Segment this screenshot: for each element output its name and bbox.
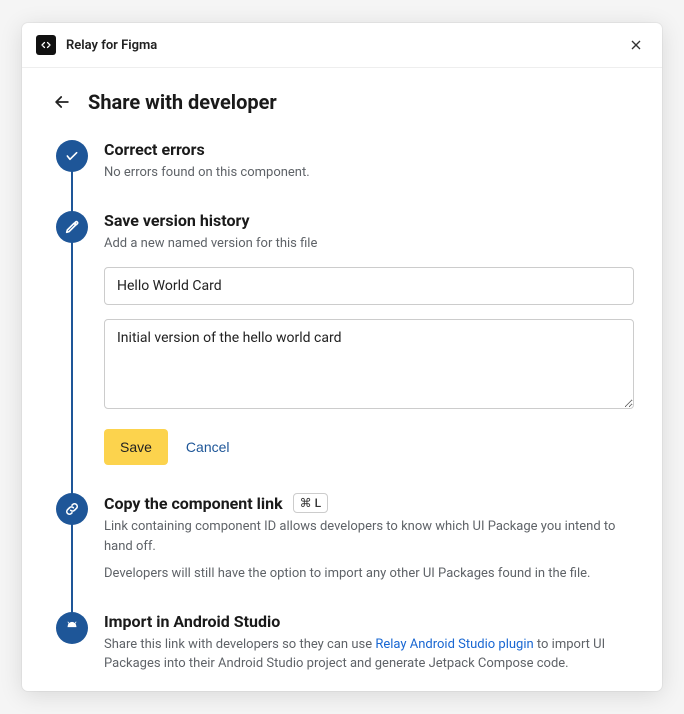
step-icon-android [56, 612, 88, 644]
step-desc: Developers will still have the option to… [104, 564, 634, 584]
button-row: Save Cancel [104, 429, 634, 465]
check-icon [64, 148, 80, 164]
step-title: Save version history [104, 211, 634, 230]
dialog-body: Share with developer Correct errors No e… [22, 68, 662, 691]
save-button[interactable]: Save [104, 429, 168, 465]
version-name-input[interactable] [104, 267, 634, 305]
page-title: Share with developer [88, 90, 277, 114]
plugin-link[interactable]: Relay Android Studio plugin [375, 637, 533, 652]
step-icon-link [56, 493, 88, 525]
plugin-window: Relay for Figma Share with developer Cor… [22, 23, 662, 691]
step-desc: Share this link with developers so they … [104, 635, 634, 674]
close-button[interactable] [624, 33, 648, 57]
cancel-button[interactable]: Cancel [186, 439, 230, 455]
step-title: Copy the component link ⌘ L [104, 493, 634, 513]
step-connector [71, 170, 73, 213]
titlebar: Relay for Figma [22, 23, 662, 68]
version-desc-input[interactable]: Initial version of the hello world card [104, 319, 634, 409]
code-icon [40, 39, 52, 51]
pencil-icon [64, 219, 80, 235]
keyboard-shortcut: ⌘ L [293, 493, 328, 513]
step-desc: Link containing component ID allows deve… [104, 517, 634, 556]
step-title: Import in Android Studio [104, 612, 634, 631]
step-desc: Add a new named version for this file [104, 234, 634, 254]
android-icon [64, 620, 80, 636]
step-desc: No errors found on this component. [104, 163, 634, 183]
desc-pre: Share this link with developers so they … [104, 637, 375, 652]
step-icon-pencil [56, 211, 88, 243]
step-connector [71, 523, 73, 614]
step-connector [71, 241, 73, 496]
steps-list: Correct errors No errors found on this c… [56, 140, 634, 684]
app-title: Relay for Figma [66, 38, 157, 53]
step-title-text: Copy the component link [104, 494, 283, 513]
step-title: Correct errors [104, 140, 634, 159]
step-copy-link: Copy the component link ⌘ L Link contain… [56, 493, 634, 612]
close-icon [628, 37, 644, 53]
step-import-android: Import in Android Studio Share this link… [56, 612, 634, 684]
page-header: Share with developer [50, 90, 634, 114]
step-icon-check [56, 140, 88, 172]
link-icon [64, 501, 80, 517]
arrow-left-icon [52, 92, 72, 112]
app-icon [36, 35, 56, 55]
step-save-version: Save version history Add a new named ver… [56, 211, 634, 494]
back-button[interactable] [50, 90, 74, 114]
step-correct-errors: Correct errors No errors found on this c… [56, 140, 634, 211]
